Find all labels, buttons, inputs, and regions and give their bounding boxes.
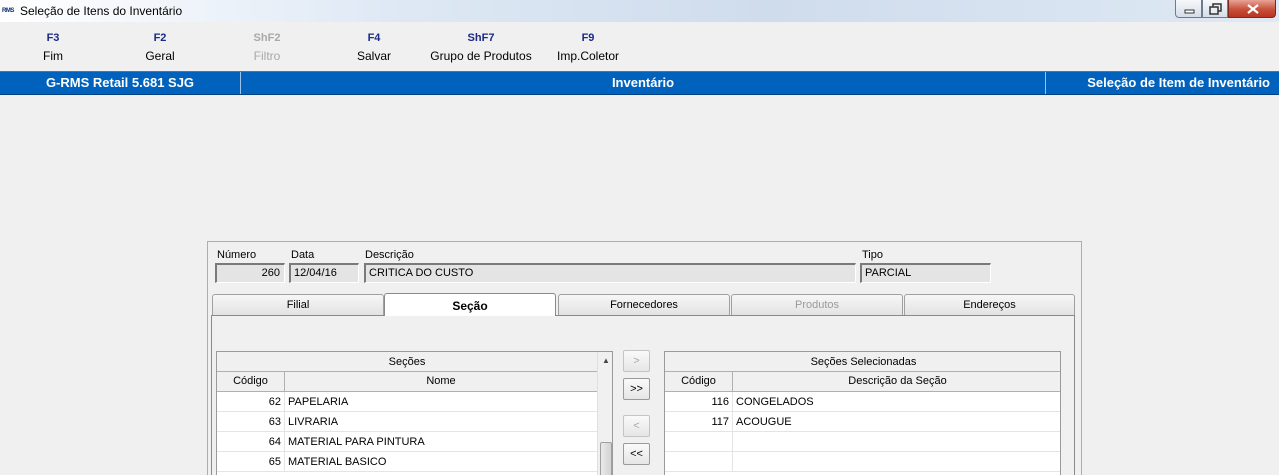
table-row[interactable]: 116 CONGELADOS xyxy=(665,392,1060,412)
grupo-produtos-button[interactable]: ShF7 Grupo de Produtos xyxy=(429,31,533,65)
selecionadas-title: Seções Selecionadas xyxy=(665,352,1060,372)
secoes-grid[interactable]: Seções Código Nome 62 PAPELARIA 63 LIVRA… xyxy=(216,351,613,475)
row-nome: MATERIAL PARA PINTURA xyxy=(288,436,425,448)
fkey-code: ShF7 xyxy=(467,32,495,44)
row-codigo: 63 xyxy=(217,412,285,432)
selecionadas-header: Código Descrição da Seção xyxy=(665,372,1060,392)
geral-button[interactable]: F2 Geral xyxy=(139,31,181,65)
close-button[interactable] xyxy=(1228,0,1276,18)
row-descricao: ACOUGUE xyxy=(736,416,792,428)
col-codigo[interactable]: Código xyxy=(217,372,285,391)
salvar-button[interactable]: F4 Salvar xyxy=(354,31,394,65)
tab-enderecos[interactable]: Endereços xyxy=(904,294,1075,315)
row-descricao: CONGELADOS xyxy=(736,396,814,408)
close-icon xyxy=(1247,4,1259,14)
tipo-field[interactable]: PARCIAL xyxy=(860,263,991,283)
table-row[interactable]: 117 ACOUGUE xyxy=(665,412,1060,432)
window-title: Seleção de Itens do Inventário xyxy=(20,4,183,18)
secoes-header: Código Nome xyxy=(217,372,597,392)
tab-filial[interactable]: Filial xyxy=(212,294,384,315)
scroll-up-icon[interactable]: ▲ xyxy=(598,352,612,369)
row-nome: PAPELARIA xyxy=(288,396,349,408)
minimize-button[interactable] xyxy=(1175,0,1202,18)
fkey-label: Grupo de Produtos xyxy=(430,49,532,63)
fkey-code: F4 xyxy=(367,32,381,44)
add-one-button[interactable]: > xyxy=(623,350,650,372)
row-codigo: 117 xyxy=(665,412,733,432)
row-descricao xyxy=(733,452,1060,472)
fim-button[interactable]: F3 Fim xyxy=(33,31,73,65)
numero-label: Número xyxy=(217,249,257,261)
secoes-scrollbar[interactable]: ▲ xyxy=(597,352,612,475)
restore-icon xyxy=(1209,3,1222,15)
minimize-icon xyxy=(1184,9,1195,14)
fkey-label: Filtro xyxy=(253,49,281,63)
table-row[interactable]: 64 MATERIAL PARA PINTURA xyxy=(217,432,597,452)
module-title: Inventário xyxy=(241,72,1046,94)
row-codigo: 65 xyxy=(217,452,285,472)
tab-fornecedores[interactable]: Fornecedores xyxy=(558,294,730,315)
filtro-button[interactable]: ShF2 Filtro xyxy=(246,31,288,65)
numero-field[interactable]: 260 xyxy=(215,263,285,283)
maximize-button[interactable] xyxy=(1202,0,1228,18)
tab-secao[interactable]: Seção xyxy=(384,293,556,316)
screen-title: Seleção de Item de Inventário xyxy=(1087,75,1270,90)
add-all-button[interactable]: >> xyxy=(623,378,650,400)
remove-all-button[interactable]: << xyxy=(623,443,650,465)
row-descricao xyxy=(733,432,1060,452)
table-row[interactable] xyxy=(665,452,1060,472)
fkey-label: Fim xyxy=(43,49,63,63)
row-codigo xyxy=(665,452,733,472)
descricao-label: Descrição xyxy=(365,249,414,261)
table-row[interactable]: 63 LIVRARIA xyxy=(217,412,597,432)
selecionadas-grid[interactable]: Seções Selecionadas Código Descrição da … xyxy=(664,351,1061,475)
fkey-code: F3 xyxy=(46,32,60,44)
table-row[interactable]: 65 MATERIAL BASICO xyxy=(217,452,597,472)
system-version: G-RMS Retail 5.681 SJG xyxy=(0,72,241,94)
row-codigo xyxy=(665,432,733,452)
row-nome: LIVRARIA xyxy=(288,416,339,428)
fkey-label: Imp.Coletor xyxy=(556,49,620,63)
col-codigo[interactable]: Código xyxy=(665,372,733,391)
table-row[interactable]: 62 PAPELARIA xyxy=(217,392,597,412)
row-codigo: 116 xyxy=(665,392,733,412)
descricao-field[interactable]: CRITICA DO CUSTO xyxy=(364,263,856,283)
app-icon: RMS xyxy=(2,8,14,14)
col-descricao[interactable]: Descrição da Seção xyxy=(733,372,1060,391)
data-field[interactable]: 12/04/16 xyxy=(289,263,359,283)
title-bar: RMS Seleção de Itens do Inventário xyxy=(0,0,1279,22)
row-nome: MATERIAL BASICO xyxy=(288,456,387,468)
fkey-label: Geral xyxy=(145,49,175,63)
fkey-label: Salvar xyxy=(356,49,391,63)
table-row[interactable] xyxy=(665,432,1060,452)
secoes-title: Seções xyxy=(217,352,597,372)
fkey-code: F9 xyxy=(581,32,595,44)
row-codigo: 64 xyxy=(217,432,285,452)
col-nome[interactable]: Nome xyxy=(285,372,597,391)
remove-one-button[interactable]: < xyxy=(623,415,650,437)
function-toolbar: F3 Fim F2 Geral ShF2 Filtro F4 Salvar Sh… xyxy=(0,26,1279,70)
scroll-thumb[interactable] xyxy=(600,442,612,475)
row-codigo: 62 xyxy=(217,392,285,412)
fkey-code: F2 xyxy=(153,32,167,44)
data-label: Data xyxy=(291,249,315,261)
fkey-code: ShF2 xyxy=(253,32,281,44)
imp-coletor-button[interactable]: F9 Imp.Coletor xyxy=(554,31,622,65)
module-header: G-RMS Retail 5.681 SJG Inventário Seleçã… xyxy=(0,71,1279,95)
tipo-label: Tipo xyxy=(862,249,883,261)
tab-produtos[interactable]: Produtos xyxy=(731,294,903,315)
